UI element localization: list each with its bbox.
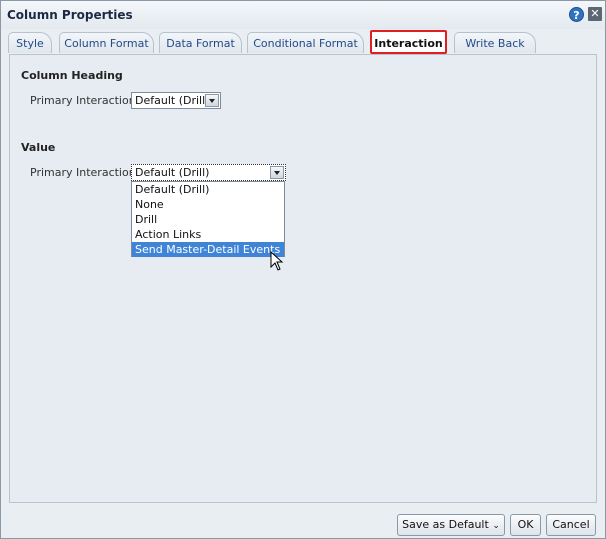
dropdown-option-default-drill[interactable]: Default (Drill) <box>132 182 284 197</box>
chevron-down-icon[interactable] <box>205 94 219 107</box>
dropdown-option-action-links[interactable]: Action Links <box>132 227 284 242</box>
value-primary-interaction-label: Primary Interaction <box>30 166 136 179</box>
tab-bar: Style Column Format Data Format Conditio… <box>1 29 605 54</box>
chevron-down-icon[interactable] <box>270 166 284 179</box>
tab-style[interactable]: Style <box>8 32 52 53</box>
column-heading-primary-interaction-select[interactable]: Default (Drill) <box>131 92 221 109</box>
tab-interaction[interactable]: Interaction <box>370 30 447 54</box>
dropdown-option-none[interactable]: None <box>132 197 284 212</box>
interaction-panel: Column Heading Primary Interaction Defau… <box>9 54 597 503</box>
column-properties-dialog: Column Properties ? ✕ Style Column Forma… <box>0 0 606 539</box>
column-heading-section-title: Column Heading <box>21 69 123 82</box>
dropdown-option-send-master-detail-events[interactable]: Send Master-Detail Events <box>132 242 284 257</box>
value-primary-interaction-select[interactable]: Default (Drill) <box>131 164 286 181</box>
chevron-down-icon: ⌄ <box>492 521 500 531</box>
dropdown-option-drill[interactable]: Drill <box>132 212 284 227</box>
dialog-title: Column Properties <box>7 8 133 22</box>
tab-data-format[interactable]: Data Format <box>159 32 242 53</box>
tab-write-back[interactable]: Write Back <box>454 32 536 53</box>
dialog-titlebar: Column Properties ? ✕ <box>1 1 605 29</box>
cancel-button[interactable]: Cancel <box>546 514 596 536</box>
save-as-default-label: Save as Default <box>402 518 489 531</box>
dialog-button-bar: Save as Default ⌄ OK Cancel <box>1 506 605 538</box>
save-as-default-button[interactable]: Save as Default ⌄ <box>397 514 505 536</box>
ok-button[interactable]: OK <box>510 514 541 536</box>
help-icon[interactable]: ? <box>569 7 584 22</box>
primary-interaction-dropdown-list: Default (Drill) None Drill Action Links … <box>131 181 285 257</box>
column-heading-primary-interaction-value: Default (Drill) <box>135 94 210 107</box>
column-heading-primary-interaction-label: Primary Interaction <box>30 94 136 107</box>
value-section-title: Value <box>21 141 56 154</box>
tab-column-format[interactable]: Column Format <box>59 32 154 53</box>
value-primary-interaction-value: Default (Drill) <box>135 166 210 179</box>
tab-conditional-format[interactable]: Conditional Format <box>247 32 364 53</box>
mouse-pointer-icon <box>270 251 284 271</box>
close-icon[interactable]: ✕ <box>588 7 602 21</box>
